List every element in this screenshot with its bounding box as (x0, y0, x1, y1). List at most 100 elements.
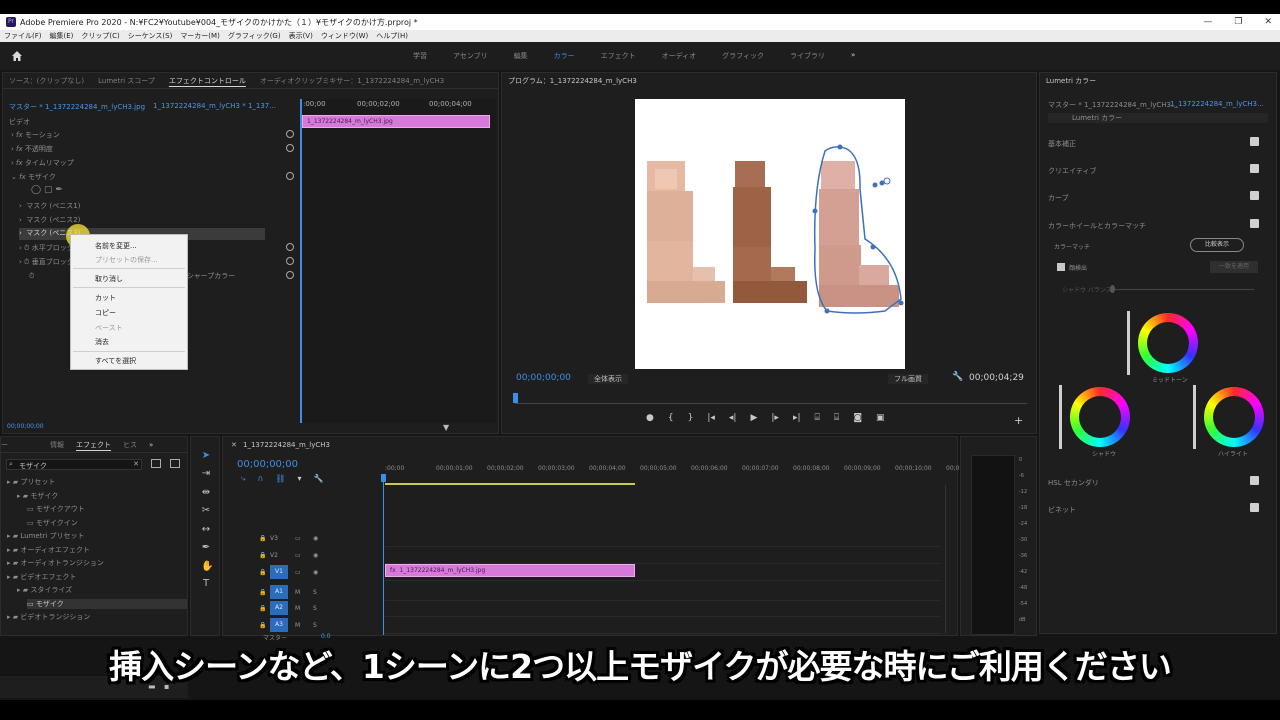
play-icon[interactable]: ▶ (750, 413, 757, 423)
effect-row-motion[interactable]: › fx モーション (11, 130, 60, 140)
linked-selection-icon[interactable]: ⛓ (275, 474, 285, 484)
new-bin-icon[interactable] (151, 459, 161, 468)
eye-icon[interactable]: ◉ (313, 552, 318, 559)
effects-tree-item[interactable]: ▸ ▰ ビデオエフェクト (7, 572, 76, 582)
tab-info[interactable]: 情報 (50, 440, 64, 450)
solo-icon[interactable]: S (313, 589, 317, 596)
filter-icon[interactable]: ▼ (443, 423, 449, 432)
track-lane[interactable] (385, 546, 941, 547)
close-button[interactable]: ✕ (1264, 17, 1272, 27)
minimize-button[interactable]: — (1203, 17, 1212, 27)
mute-icon[interactable]: M (295, 605, 300, 612)
pen-tool-icon[interactable]: ✒ (201, 543, 211, 553)
menu-clip[interactable]: クリップ(C) (81, 31, 119, 41)
eye-icon[interactable]: ◉ (313, 535, 318, 542)
lumetri-title[interactable]: Lumetri カラー (1046, 76, 1096, 86)
effect-row-opacity[interactable]: › fx 不透明度 (11, 144, 53, 154)
ctx-paste[interactable]: ペースト (95, 323, 123, 333)
workspace-tab-libraries[interactable]: ライブラリ (777, 51, 838, 61)
param-horizontal-blocks[interactable]: › ⏱ 水平ブロック (19, 243, 74, 253)
face-detect-checkbox[interactable] (1057, 263, 1065, 271)
program-title[interactable]: プログラム：1_1372224284_m_lyCH3 (508, 76, 637, 86)
ctx-clear[interactable]: 消去 (95, 337, 109, 347)
hue-balance-handle[interactable] (1110, 285, 1115, 293)
track-output-icon[interactable]: ▭ (295, 535, 301, 542)
rectangle-mask-icon[interactable]: ▢ (44, 185, 53, 195)
workspace-tab-learn[interactable]: 学習 (400, 51, 440, 61)
export-frame-icon[interactable]: ◙ (853, 413, 862, 423)
lumetri-master-label[interactable]: マスター * 1_1372224284_m_lyCH3... (1048, 100, 1178, 110)
effects-tree-item[interactable]: ▸ ▰ Lumetri プリセット (7, 531, 85, 541)
tab-effects[interactable]: エフェクト (76, 440, 111, 450)
track-lane[interactable] (385, 580, 941, 581)
track-header-v3[interactable]: V3 (270, 535, 278, 542)
home-icon[interactable] (11, 50, 23, 62)
timeline-timecode[interactable]: 00;00;00;00 (237, 459, 298, 470)
wrench-icon[interactable]: 🔧 (952, 372, 963, 382)
track-lock-icon[interactable]: 🔒 (259, 552, 266, 559)
mark-in-icon[interactable]: { (668, 413, 674, 423)
solo-icon[interactable]: S (313, 622, 317, 629)
work-area-bar[interactable] (385, 483, 635, 485)
midtone-slider[interactable] (1127, 311, 1130, 375)
track-lock-icon[interactable]: 🔒 (259, 589, 266, 596)
menu-edit[interactable]: 編集(E) (50, 31, 74, 41)
track-lock-icon[interactable]: 🔒 (259, 605, 266, 612)
step-forward-icon[interactable]: |▸ (771, 413, 779, 423)
effects-tree-item[interactable]: ▭ モザイク (27, 598, 187, 609)
mark-out-icon[interactable]: } (688, 413, 694, 423)
workspace-tab-edit[interactable]: 編集 (501, 51, 541, 61)
lumetri-section-hsl[interactable]: HSL セカンダリ (1048, 478, 1099, 488)
lift-icon[interactable]: ⌸ (815, 413, 820, 423)
timeline-close-icon[interactable]: ✕ (231, 441, 237, 449)
timeline-playhead[interactable] (383, 475, 384, 635)
reset-icon[interactable] (286, 172, 294, 180)
effects-tree-item[interactable]: ▸ ▰ モザイク (17, 491, 58, 501)
slip-tool-icon[interactable]: ↔ (201, 525, 211, 535)
effects-tree-item[interactable]: ▭ モザイクアウト (27, 504, 85, 514)
tab-audio-clip-mixer[interactable]: オーディオクリップミキサー：1_1372224284_m_lyCH3 (260, 76, 444, 86)
reset-icon[interactable] (286, 271, 294, 279)
add-button-icon[interactable]: + (1014, 414, 1023, 427)
compare-view-button[interactable]: 比較表示 (1190, 238, 1244, 252)
hand-tool-icon[interactable]: ✋ (201, 562, 213, 572)
extract-icon[interactable]: ⌸ (834, 413, 839, 423)
ctx-copy[interactable]: コピー (95, 308, 116, 318)
reset-icon[interactable] (286, 257, 294, 265)
reset-icon[interactable] (286, 144, 294, 152)
timeline-clip[interactable]: fx 1_1372224284_m_lyCH3.jpg (385, 564, 635, 577)
timeline-title[interactable]: 1_1372224284_m_lyCH3 (243, 441, 330, 449)
param-vertical-blocks[interactable]: › ⏱ 垂直ブロック (19, 257, 74, 267)
ctx-rename[interactable]: 名前を変更... (95, 241, 137, 251)
menu-window[interactable]: ウィンドウ(W) (321, 31, 368, 41)
hue-balance-slider[interactable] (1112, 289, 1254, 290)
ctx-undo[interactable]: 取り消し (95, 274, 123, 284)
snap-icon[interactable]: ∩ (257, 474, 263, 484)
tab-history[interactable]: ヒス (123, 440, 137, 450)
selection-tool-icon[interactable]: ➤ (201, 451, 211, 461)
menu-help[interactable]: ヘルプ(H) (376, 31, 408, 41)
ctx-save-preset[interactable]: プリセットの保存... (95, 255, 158, 265)
mask-row-1[interactable]: › マスク (ペニス1) (19, 201, 80, 211)
ellipse-mask-icon[interactable]: ◯ (31, 185, 41, 195)
effect-controls-timeline[interactable] (300, 99, 496, 423)
go-to-in-icon[interactable]: |◂ (707, 413, 715, 423)
track-header-a2[interactable]: A2 (270, 601, 288, 615)
lumetri-section-curves[interactable]: カーブ (1048, 193, 1069, 203)
menu-file[interactable]: ファイル(F) (4, 31, 42, 41)
effect-row-time-remap[interactable]: › fx タイムリマップ (11, 158, 74, 168)
track-lane[interactable] (385, 633, 941, 634)
menu-marker[interactable]: マーカー(M) (180, 31, 220, 41)
tab-source[interactable]: ソース：(クリップなし) (9, 76, 84, 86)
track-output-icon[interactable]: ▭ (295, 569, 301, 576)
pen-mask-icon[interactable]: ✒ (55, 185, 63, 195)
highlight-wheel[interactable] (1204, 387, 1264, 447)
maximize-button[interactable]: ❐ (1234, 17, 1242, 27)
timeline-playhead-handle[interactable] (381, 474, 386, 482)
workspace-tab-effects[interactable]: エフェクト (588, 51, 649, 61)
apply-match-button[interactable]: 一致を適用 (1210, 261, 1258, 273)
ripple-edit-tool-icon[interactable]: ⇹ (201, 488, 211, 498)
add-marker-timeline-icon[interactable]: ▾ (298, 474, 302, 484)
effect-row-mosaic[interactable]: ⌄ fx モザイク (11, 172, 56, 182)
hsl-checkbox[interactable] (1250, 476, 1259, 485)
